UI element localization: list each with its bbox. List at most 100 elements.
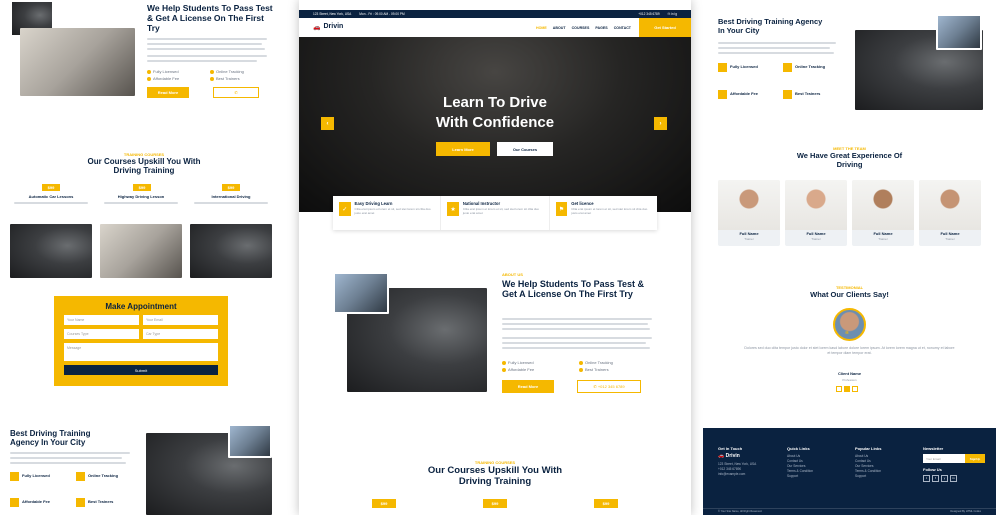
footer-quick-links: Quick Links About Us Contact Us Our Serv… <box>787 446 813 479</box>
course-photo <box>190 224 272 278</box>
agency-photo-small <box>228 424 272 458</box>
hero-title-line2: With Confidence <box>435 114 555 131</box>
text-line <box>14 202 88 204</box>
feature-label: Best Trainers <box>795 91 821 96</box>
footer-email: info@example.com <box>718 471 746 476</box>
course-name: Highway Driving Lesson <box>117 194 165 199</box>
text-line <box>147 60 257 62</box>
text-line <box>718 47 830 49</box>
text-line <box>194 202 268 204</box>
email-field[interactable]: Your Email <box>143 315 218 326</box>
nav-contact[interactable]: CONTACT <box>614 26 631 30</box>
course-name: Automatic Car Lessons <box>28 194 74 199</box>
text-line <box>10 457 122 459</box>
carousel-dots[interactable] <box>836 386 858 392</box>
course-type-select[interactable]: Courses Type <box>64 329 139 340</box>
linkedin-icon[interactable]: in <box>950 475 957 482</box>
check-item: Affordable Fee <box>147 76 179 81</box>
read-more-button[interactable]: Read More <box>502 380 554 393</box>
feature-cards: ✓ Easy Driving Learn Clita erat ipsum et … <box>333 196 657 230</box>
text-line <box>718 42 836 44</box>
feature-icon <box>76 498 85 507</box>
nav-pages[interactable]: PAGES <box>595 26 607 30</box>
feature-label: Best Trainers <box>88 499 114 504</box>
price-badge: $99 <box>42 184 60 191</box>
message-field[interactable]: Message <box>64 343 218 362</box>
top-bar: 123 Street, New York, USA Mon - Fri : 09… <box>299 10 691 18</box>
text-line <box>502 347 650 349</box>
course-photo <box>100 224 182 278</box>
right-preview-panel: Best Driving Training Agency In Your Cit… <box>703 0 996 515</box>
team-card[interactable]: Full Name Trainer <box>785 180 847 246</box>
feature-icon <box>10 472 19 481</box>
text-line <box>502 337 652 339</box>
text-line <box>147 38 267 40</box>
testimonial-title: What Our Clients Say! <box>810 290 889 299</box>
feature-icon <box>76 472 85 481</box>
client-name: Client Name <box>837 371 862 376</box>
footer-link[interactable]: Support <box>787 474 813 479</box>
social-icons[interactable]: f t in ig <box>668 12 677 16</box>
check-item: Best Trainers <box>579 367 609 372</box>
carousel-prev-button[interactable]: ‹ <box>321 117 334 130</box>
course-name: International Driving <box>211 194 251 199</box>
agency-title: Best Driving Training Agency In Your Cit… <box>10 429 91 448</box>
feature-icon: ★ <box>447 202 459 216</box>
newsletter-input[interactable]: Your Email <box>923 454 965 463</box>
brand-logo[interactable]: Drivin <box>323 23 343 31</box>
feature-label: Online Tracking <box>88 473 119 478</box>
get-started-button[interactable]: Get Started <box>639 18 691 37</box>
appointment-title: Make Appointment <box>105 302 177 311</box>
left-preview-panel: We Help Students To Pass Test & Get A Li… <box>0 0 288 515</box>
nav-home[interactable]: HOME <box>536 26 547 30</box>
client-role: Profession <box>842 378 857 382</box>
team-card[interactable]: Full Name Trainer <box>852 180 914 246</box>
team-card[interactable]: Full Name Trainer <box>718 180 780 246</box>
signup-button[interactable]: SignUp <box>965 454 985 463</box>
team-role: Trainer <box>878 236 888 241</box>
team-role: Trainer <box>945 236 955 241</box>
footer-link[interactable]: Support <box>855 474 881 479</box>
footer-newsletter: Newsletter Your Email SignUp Follow Us t… <box>923 446 985 482</box>
about-photo-main <box>20 28 135 96</box>
nav-courses[interactable]: COURSES <box>572 26 590 30</box>
courses-title: Our Courses Upskill You With Driving Tra… <box>87 157 201 176</box>
price-badge: $99 <box>133 184 151 191</box>
phone-button[interactable]: ✆ +012 345 6789 <box>577 380 641 393</box>
team-title: We Have Great Experience Of Driving <box>796 151 903 169</box>
about-tag: ABOUT US <box>502 272 523 277</box>
car-type-select[interactable]: Car Type <box>143 329 218 340</box>
hours-text: Mon - Fri : 09.00 AM - 09.00 PM <box>359 12 405 16</box>
twitter-icon[interactable]: t <box>923 475 930 482</box>
team-card[interactable]: Full Name Trainer <box>919 180 981 246</box>
submit-button[interactable]: Submit <box>64 365 218 376</box>
footer-heading: Get In Touch <box>718 446 743 451</box>
nav-about[interactable]: ABOUT <box>553 26 566 30</box>
footer-brand[interactable]: 🚗 Drivin <box>718 453 756 460</box>
phone-button[interactable]: ✆ <box>213 87 259 98</box>
text-line <box>10 452 130 454</box>
youtube-icon[interactable]: y <box>941 475 948 482</box>
feature-label: Online Tracking <box>795 64 826 69</box>
name-field[interactable]: Your Name <box>64 315 139 326</box>
carousel-next-button[interactable]: › <box>654 117 667 130</box>
quote-icon: “ <box>845 330 849 339</box>
text-line <box>502 342 646 344</box>
text-line <box>10 462 126 464</box>
feature-label: Fully Licensed <box>22 473 50 478</box>
our-courses-button[interactable]: Our Courses <box>497 142 553 156</box>
facebook-icon[interactable]: f <box>932 475 939 482</box>
footer-contact: Get In Touch 🚗 Drivin 123 Street, New Yo… <box>718 446 756 477</box>
feature-icon: ✓ <box>339 202 351 216</box>
feature-card-text: Clita erat ipsum et lorem et sit, sed st… <box>462 206 539 215</box>
agency-title: Best Driving Training Agency In Your Cit… <box>718 17 823 35</box>
feature-card: ⚑ Get licence Clita erat ipsum et lorem e… <box>548 196 657 230</box>
navbar: 🚗 Drivin HOME ABOUT COURSES PAGES CONTAC… <box>299 18 691 37</box>
learn-more-button[interactable]: Learn More <box>436 142 490 156</box>
read-more-button[interactable]: Read More <box>147 87 189 98</box>
phone-number: +012 345 6789 <box>597 384 625 389</box>
check-item: Affordable Fee <box>502 367 534 372</box>
feature-label: Affordable Fee <box>22 499 51 504</box>
check-item: Online Tracking <box>210 69 244 74</box>
text-line <box>502 328 650 330</box>
